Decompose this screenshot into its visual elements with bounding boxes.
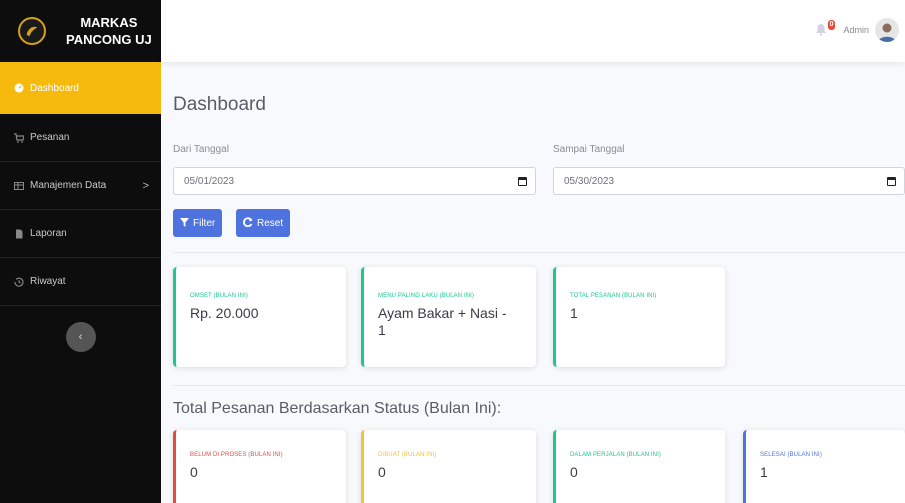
card-title: BELUM DI PROSES (BULAN INI) bbox=[190, 452, 283, 458]
card-value: 1 bbox=[760, 464, 768, 480]
chevron-right-icon: > bbox=[142, 179, 149, 192]
filter-button[interactable]: Filter bbox=[173, 209, 223, 237]
card-total-pesanan: TOTAL PESANAN (BULAN INI) 1 bbox=[553, 267, 725, 367]
table-icon bbox=[14, 181, 24, 191]
from-date-input[interactable]: 05/01/2023 bbox=[173, 167, 536, 195]
to-date-label: Sampai Tanggal bbox=[553, 144, 625, 155]
sidebar-item-pesanan[interactable]: Pesanan bbox=[0, 114, 161, 162]
brand-logo bbox=[18, 17, 46, 45]
filter-button-label: Filter bbox=[193, 217, 216, 229]
card-menu-paling-laku: MENU PALING LAKU (BULAN INI) Ayam Bakar … bbox=[361, 267, 536, 367]
card-dalam-perjalan: DALAM PERJALAN (BULAN INI) 0 bbox=[553, 430, 725, 503]
card-title: SELESAI (BULAN INI) bbox=[760, 452, 822, 458]
to-date-input[interactable]: 05/30/2023 bbox=[553, 167, 905, 195]
avatar[interactable] bbox=[875, 18, 899, 42]
card-title: DALAM PERJALAN (BULAN INI) bbox=[570, 452, 661, 458]
file-icon bbox=[14, 229, 24, 239]
from-date-value: 05/01/2023 bbox=[184, 175, 235, 187]
brand-line-1: MARKAS bbox=[80, 15, 138, 30]
card-title: MENU PALING LAKU (BULAN INI) bbox=[378, 293, 475, 299]
sidebar-item-label: Dashboard bbox=[30, 82, 79, 94]
calendar-icon[interactable] bbox=[887, 177, 896, 186]
sidebar-item-label: Laporan bbox=[30, 228, 67, 239]
brand-line-2: PANCONG UJ bbox=[66, 32, 152, 47]
calendar-icon[interactable] bbox=[518, 177, 527, 186]
reset-button[interactable]: Reset bbox=[236, 209, 291, 237]
brand[interactable]: MARKAS PANCONG UJ bbox=[0, 0, 161, 62]
sidebar-item-dashboard[interactable]: Dashboard bbox=[0, 62, 161, 114]
main-content: Dashboard Dari Tanggal 05/01/2023 Sampai… bbox=[161, 62, 905, 503]
sidebar: MARKAS PANCONG UJ Dashboard Pesanan Mana… bbox=[0, 0, 161, 503]
redo-icon bbox=[243, 217, 253, 229]
card-title: DIBUAT (BULAN INI) bbox=[378, 452, 437, 458]
divider bbox=[173, 252, 905, 253]
filter-icon bbox=[180, 217, 189, 229]
page-title: Dashboard bbox=[173, 94, 266, 115]
card-value: 1 bbox=[570, 305, 578, 321]
from-date-label: Dari Tanggal bbox=[173, 144, 229, 155]
card-selesai: SELESAI (BULAN INI) 1 bbox=[743, 430, 905, 503]
history-icon bbox=[14, 277, 24, 287]
card-title: OMSET (BULAN INI) bbox=[190, 293, 248, 299]
user-name[interactable]: Admin bbox=[843, 25, 869, 35]
card-value: 0 bbox=[190, 464, 198, 480]
tachometer-icon bbox=[14, 83, 24, 93]
divider bbox=[173, 385, 905, 386]
sidebar-toggle-button[interactable]: ‹ bbox=[65, 322, 96, 352]
notification-badge: 0 bbox=[827, 20, 836, 30]
card-title: TOTAL PESANAN (BULAN INI) bbox=[570, 293, 657, 299]
card-value: 0 bbox=[570, 464, 578, 480]
card-value: Ayam Bakar + Nasi - 1 bbox=[378, 305, 507, 338]
sidebar-item-label: Riwayat bbox=[30, 276, 66, 287]
to-date-value: 05/30/2023 bbox=[564, 175, 615, 187]
card-value: Rp. 20.000 bbox=[190, 305, 259, 321]
sidebar-item-laporan[interactable]: Laporan bbox=[0, 210, 161, 258]
topbar: 0 Admin bbox=[161, 0, 905, 62]
card-value: 0 bbox=[378, 464, 386, 480]
card-dibuat: DIBUAT (BULAN INI) 0 bbox=[361, 430, 536, 503]
card-omset: OMSET (BULAN INI) Rp. 20.000 bbox=[173, 267, 346, 367]
sidebar-item-riwayat[interactable]: Riwayat bbox=[0, 258, 161, 306]
sidebar-item-label: Pesanan bbox=[30, 132, 70, 143]
sidebar-item-manajemen-data[interactable]: Manajemen Data > bbox=[0, 162, 161, 210]
reset-button-label: Reset bbox=[257, 217, 284, 229]
status-section-title: Total Pesanan Berdasarkan Status (Bulan … bbox=[173, 400, 502, 417]
bell-icon[interactable]: 0 bbox=[815, 20, 836, 37]
brand-name: MARKAS PANCONG UJ bbox=[66, 14, 152, 48]
card-belum-di-proses: BELUM DI PROSES (BULAN INI) 0 bbox=[173, 430, 346, 503]
cart-icon bbox=[14, 132, 24, 143]
sidebar-item-label: Manajemen Data bbox=[30, 180, 107, 191]
chevron-left-icon: ‹ bbox=[78, 331, 83, 343]
